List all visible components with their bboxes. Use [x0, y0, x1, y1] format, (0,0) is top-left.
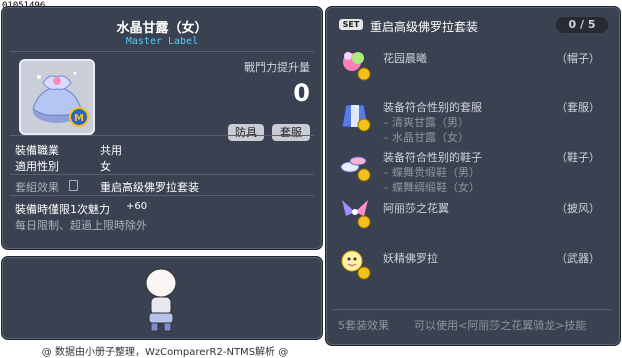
attack-label: 戰鬥力提升量: [244, 61, 310, 74]
set-item-variant: – 水晶甘露（女）: [383, 131, 469, 144]
daily-limit-text: 每日限制、超過上限時除外: [15, 219, 147, 232]
job-value: 共用: [100, 144, 122, 157]
character-avatar: [145, 268, 177, 332]
set-item-type: （武器）: [556, 252, 600, 265]
lock-icon: [69, 180, 78, 191]
category-armor-button[interactable]: 防具: [228, 124, 264, 141]
flower-hat-icon: [338, 48, 372, 82]
fairy-weapon-icon: [338, 247, 372, 281]
set-item-name: 装备符合性别的套服: [383, 101, 482, 114]
set-count: 0 / 5: [556, 17, 608, 33]
set-bonus-label: 5套装效果: [338, 319, 389, 332]
item-info-panel: 水晶甘露（女） Master Label M 戰鬥力提升量 0 防具 套服 裝備…: [1, 6, 323, 250]
outfit-icon: [338, 99, 372, 133]
set-item-name: 装备符合性别的鞋子: [383, 151, 482, 164]
set-item-name: 花园晨曦: [383, 52, 427, 65]
divider: [333, 309, 611, 310]
set-title: 重启高级佛罗拉套装: [370, 20, 479, 34]
set-bonus-effect: 可以使用<阿丽莎之花翼骑龙>技能: [414, 319, 587, 332]
attack-value: 0: [293, 79, 310, 107]
item-icon-frame: M: [19, 59, 95, 135]
divider: [10, 195, 314, 196]
item-subtitle: Master Label: [125, 36, 199, 47]
set-item-variant: – 清爽甘露（男）: [383, 116, 469, 129]
set-effect-value: 重启高级佛罗拉套装: [100, 181, 199, 194]
divider: [10, 174, 314, 175]
set-effect-label: 套組效果: [15, 181, 59, 194]
set-item-name: 阿丽莎之花翼: [383, 202, 449, 215]
limit-value: +60: [126, 201, 148, 212]
shoes-icon: [338, 149, 372, 183]
category-outfit-button[interactable]: 套服: [272, 124, 310, 141]
set-item-name: 妖精佛罗拉: [383, 252, 438, 265]
set-item-type: （帽子）: [556, 52, 600, 65]
gender-value: 女: [100, 160, 111, 173]
item-title: 水晶甘露（女）: [116, 21, 208, 36]
wings-icon: [338, 196, 372, 230]
credit-text: @ 数据由小册子整理，WzComparerR2-NTMS解析 @: [41, 347, 289, 358]
set-badge: SET: [339, 19, 363, 30]
character-preview-panel: [1, 256, 323, 340]
gender-label: 適用性別: [15, 160, 59, 173]
divider: [10, 135, 314, 136]
set-item-type: （鞋子）: [556, 151, 600, 164]
svg-text:M: M: [74, 113, 84, 124]
set-item-type: （披风）: [556, 202, 600, 215]
job-label: 裝備職業: [15, 144, 59, 157]
set-item-type: （套服）: [556, 101, 600, 114]
limit-text: 裝備時僅限1次魅力: [15, 203, 110, 216]
set-item-variant: – 蝶舞贵缎鞋（男）: [383, 166, 480, 179]
divider: [10, 51, 314, 52]
crystal-outfit-icon: M: [32, 71, 89, 127]
set-item-variant: – 蝶舞绸缎鞋（女）: [383, 181, 480, 194]
